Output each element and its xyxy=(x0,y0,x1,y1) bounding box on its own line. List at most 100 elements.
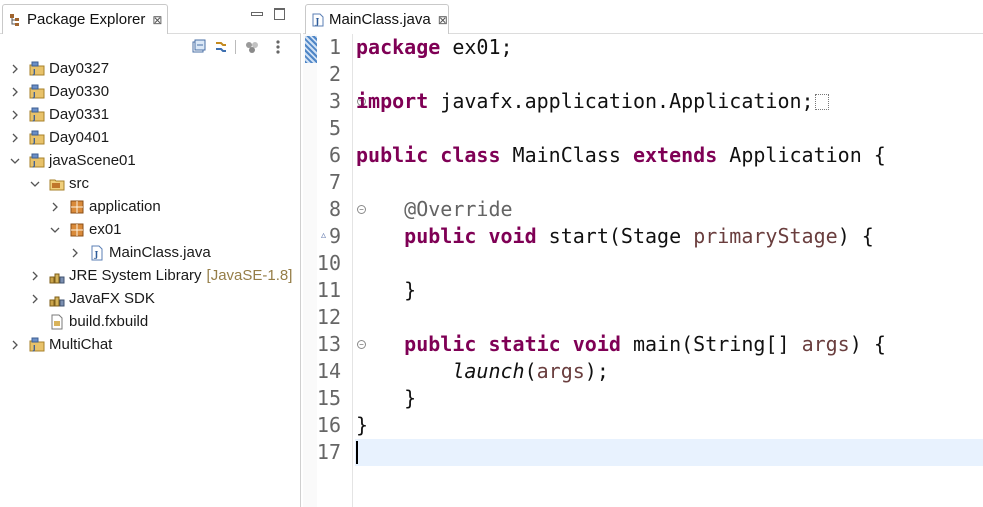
package-explorer-tabbar: Package Explorer ⊠ xyxy=(0,0,301,34)
tree-item-label: Day0331 xyxy=(49,106,110,123)
svg-text:J: J xyxy=(32,344,36,352)
project-icon: J xyxy=(29,153,45,169)
code-line: package ex01; xyxy=(356,35,513,59)
library-icon xyxy=(49,291,65,307)
override-marker-icon[interactable]: ▵ xyxy=(321,230,326,241)
tree-item-mainclass-java[interactable]: J MainClass.java xyxy=(0,241,300,264)
tree-item-label: JRE System Library xyxy=(69,267,202,284)
code-line: public void start(Stage primaryStage) { xyxy=(404,224,874,248)
library-icon xyxy=(49,268,65,284)
line-number: 12 xyxy=(316,305,341,329)
line-number: 9 xyxy=(328,224,341,248)
package-icon xyxy=(69,199,85,215)
package-explorer-view: Package Explorer ⊠ J Day0327 J Day0330 J Day0… xyxy=(0,0,301,507)
chevron-right-icon[interactable] xyxy=(69,247,81,259)
tree-item-label: build.fxbuild xyxy=(69,313,149,330)
code-area[interactable]: package ex01; import javafx.application.… xyxy=(355,34,983,507)
tree-item-multichat[interactable]: J MultiChat xyxy=(0,333,300,356)
java-editor: J MainClass.java ⊠ 1 2 3 5 6 7 8 9 10 11… xyxy=(303,0,983,507)
code-line: public static void main(String[] args) { xyxy=(404,332,886,356)
tree-item-day0327[interactable]: J Day0327 xyxy=(0,57,300,80)
chevron-down-icon[interactable] xyxy=(49,224,61,236)
file-icon xyxy=(49,314,65,330)
collapse-all-icon[interactable] xyxy=(191,39,207,55)
line-number: 6 xyxy=(328,143,341,167)
close-icon[interactable]: ⊠ xyxy=(438,13,448,27)
ruler-annotation-marker[interactable] xyxy=(305,36,317,63)
text-caret xyxy=(356,441,358,464)
code-line: } xyxy=(356,278,417,302)
close-icon[interactable]: ⊠ xyxy=(152,13,162,27)
view-menu-icon[interactable] xyxy=(270,39,286,55)
tree-item-label: application xyxy=(89,198,161,215)
project-icon: J xyxy=(29,337,45,353)
focus-icon[interactable] xyxy=(244,39,260,55)
line-number: 13 xyxy=(316,332,341,356)
tree-item-jre-system-library[interactable]: JRE System Library [JavaSE-1.8] xyxy=(0,264,300,287)
tree-item-label: Day0330 xyxy=(49,83,110,100)
svg-text:J: J xyxy=(32,160,36,168)
folded-imports-icon[interactable] xyxy=(814,94,829,110)
chevron-right-icon[interactable] xyxy=(9,132,21,144)
minimize-icon[interactable] xyxy=(249,6,263,20)
chevron-right-icon[interactable] xyxy=(9,63,21,75)
package-icon xyxy=(69,222,85,238)
overview-ruler[interactable] xyxy=(303,34,317,507)
package-explorer-toolbar xyxy=(0,34,301,58)
svg-text:J: J xyxy=(32,91,36,99)
project-icon: J xyxy=(29,130,45,146)
chevron-right-icon[interactable] xyxy=(9,86,21,98)
tree-item-build-fxbuild[interactable]: build.fxbuild xyxy=(0,310,300,333)
line-number: 10 xyxy=(316,251,341,275)
tree-item-day0330[interactable]: J Day0330 xyxy=(0,80,300,103)
package-explorer-tab-label: Package Explorer xyxy=(27,11,146,28)
project-icon: J xyxy=(29,61,45,77)
tree-item-javafx-sdk[interactable]: JavaFX SDK xyxy=(0,287,300,310)
current-line-highlight xyxy=(355,439,983,466)
svg-text:J: J xyxy=(315,16,320,26)
code-line: } xyxy=(356,386,417,410)
line-number: 7 xyxy=(328,170,341,194)
tree-item-day0331[interactable]: J Day0331 xyxy=(0,103,300,126)
tree-item-ex01[interactable]: ex01 xyxy=(0,218,300,241)
java-file-icon: J xyxy=(312,13,324,27)
tree-item-label: javaScene01 xyxy=(49,152,136,169)
tree-item-label: Day0401 xyxy=(49,129,110,146)
line-number: 1 xyxy=(328,35,341,59)
tree-item-day0401[interactable]: J Day0401 xyxy=(0,126,300,149)
tree-item-label: JavaFX SDK xyxy=(69,290,155,307)
line-number: 11 xyxy=(316,278,341,302)
line-number: 17 xyxy=(316,440,341,464)
tree-item-src[interactable]: src xyxy=(0,172,300,195)
chevron-down-icon[interactable] xyxy=(29,178,41,190)
code-line: import javafx.application.Application; xyxy=(356,88,829,115)
code-line: } xyxy=(356,413,369,437)
source-folder-icon xyxy=(49,176,65,192)
tree-item-decoration: [JavaSE-1.8] xyxy=(206,267,293,284)
link-with-editor-icon[interactable] xyxy=(213,39,229,55)
code-line: @Override xyxy=(404,197,513,221)
project-tree: J Day0327 J Day0330 J Day0331 J Day0401 JjavaSce… xyxy=(0,57,300,356)
maximize-icon[interactable] xyxy=(272,6,286,20)
tree-item-application[interactable]: application xyxy=(0,195,300,218)
chevron-right-icon[interactable] xyxy=(49,201,61,213)
line-number: 5 xyxy=(328,116,341,140)
svg-text:J: J xyxy=(32,114,36,122)
line-number: 3 xyxy=(328,89,341,113)
svg-text:J: J xyxy=(32,137,36,145)
project-icon: J xyxy=(29,84,45,100)
package-explorer-icon xyxy=(9,13,21,27)
line-number: 16 xyxy=(316,413,341,437)
line-number-ruler: 1 2 3 5 6 7 8 9 10 11 12 13 14 15 16 17 … xyxy=(316,34,366,507)
chevron-right-icon[interactable] xyxy=(29,270,41,282)
chevron-right-icon[interactable] xyxy=(29,293,41,305)
chevron-right-icon[interactable] xyxy=(9,339,21,351)
package-explorer-tab[interactable]: Package Explorer ⊠ xyxy=(2,4,168,34)
chevron-right-icon[interactable] xyxy=(9,109,21,121)
tree-item-label: src xyxy=(69,175,89,192)
project-icon: J xyxy=(29,107,45,123)
chevron-down-icon[interactable] xyxy=(9,155,21,167)
tree-item-javascene01[interactable]: JjavaScene01 xyxy=(0,149,300,172)
code-line: launch(args); xyxy=(452,359,609,383)
editor-tab-mainclass[interactable]: J MainClass.java ⊠ xyxy=(305,4,449,34)
